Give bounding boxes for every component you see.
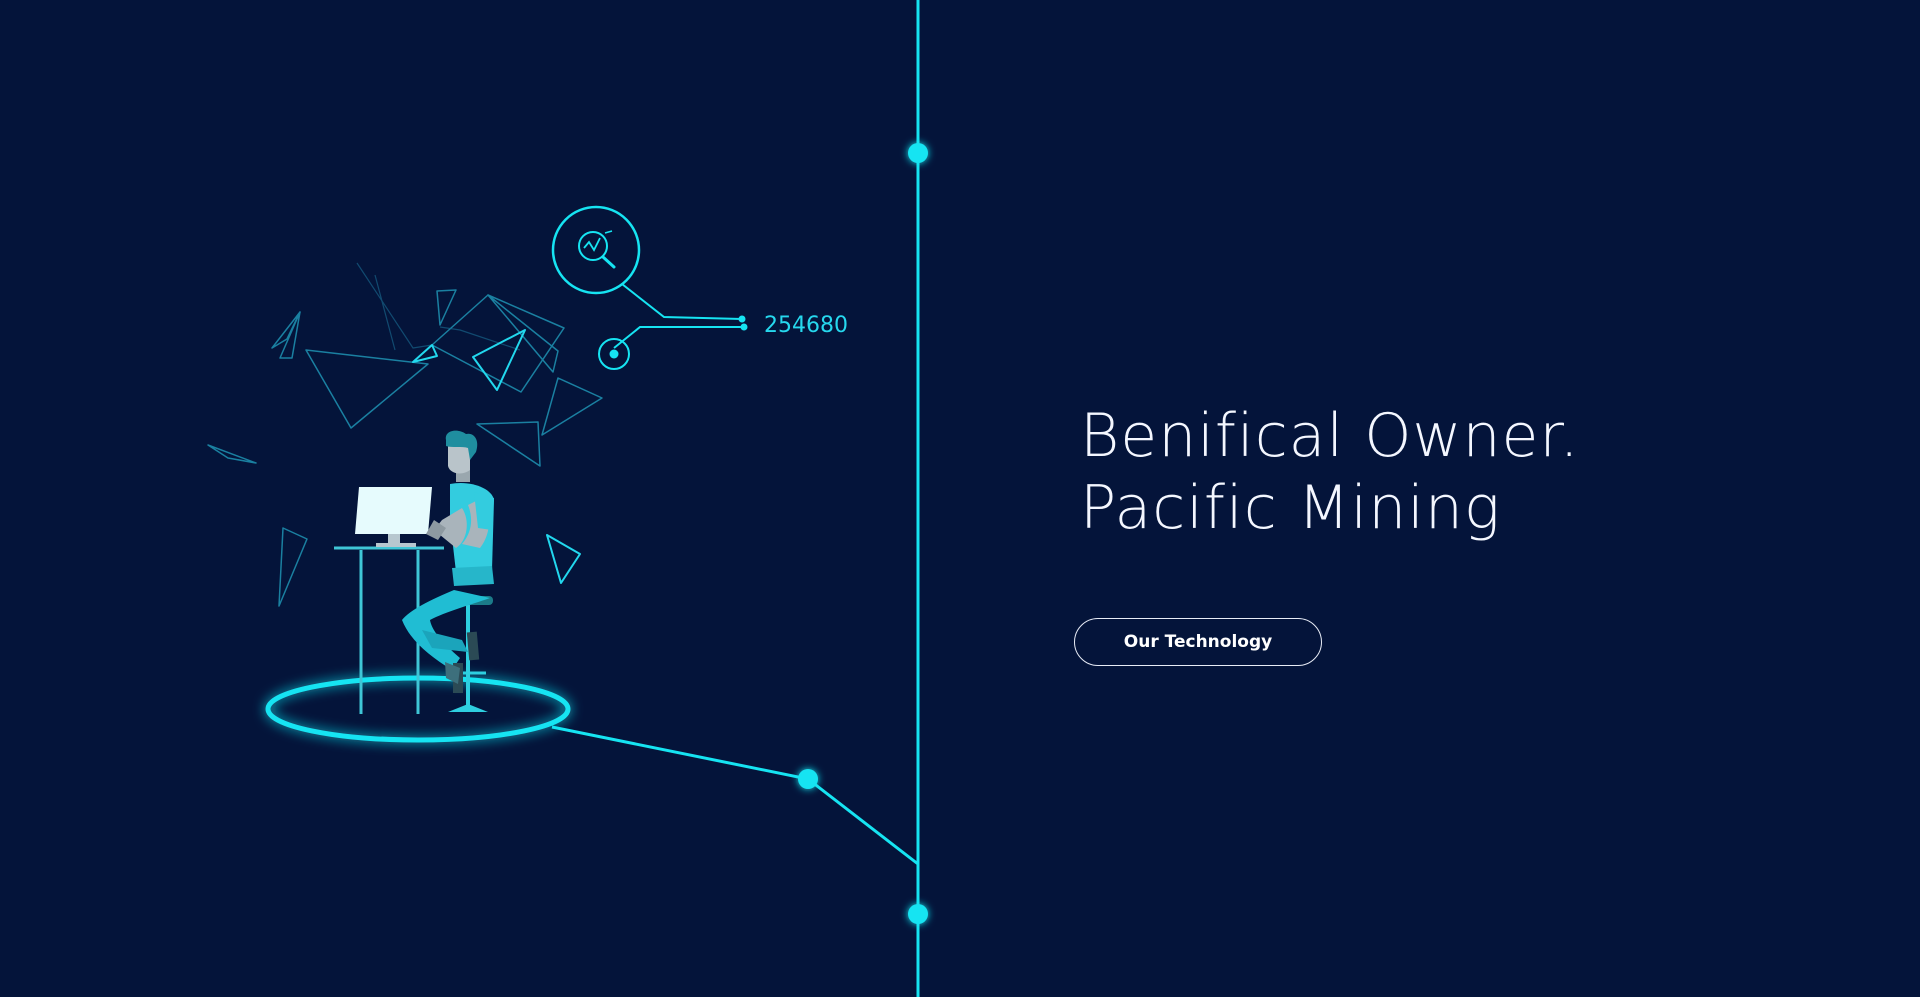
search-chart-icon[interactable] <box>551 205 641 295</box>
hero-title-line-2: Pacific Mining <box>1080 473 1501 543</box>
polygon-network <box>207 262 603 607</box>
computer-illustration <box>355 487 432 547</box>
hero-illustration: 254680 <box>207 0 928 997</box>
readout-value: 254680 <box>764 313 848 338</box>
connector-line <box>551 725 919 866</box>
our-technology-button[interactable]: Our Technology <box>1074 618 1322 666</box>
timeline-node-top[interactable] <box>908 143 928 163</box>
timeline <box>551 0 928 997</box>
hero-title-line-1: Benifical Owner. <box>1080 401 1580 471</box>
person-illustration <box>402 430 494 693</box>
target-dot-icon[interactable] <box>598 338 630 370</box>
hero-title: Benifical Owner. Pacific Mining <box>1080 400 1580 544</box>
timeline-node-bottom[interactable] <box>908 904 928 924</box>
hero-text: Benifical Owner. Pacific Mining <box>1080 400 1580 544</box>
data-callout: 254680 <box>551 205 848 370</box>
connector-node[interactable] <box>798 769 818 789</box>
hero-section: 254680 Benifical Owner. Pacific Mining O… <box>0 0 1920 997</box>
